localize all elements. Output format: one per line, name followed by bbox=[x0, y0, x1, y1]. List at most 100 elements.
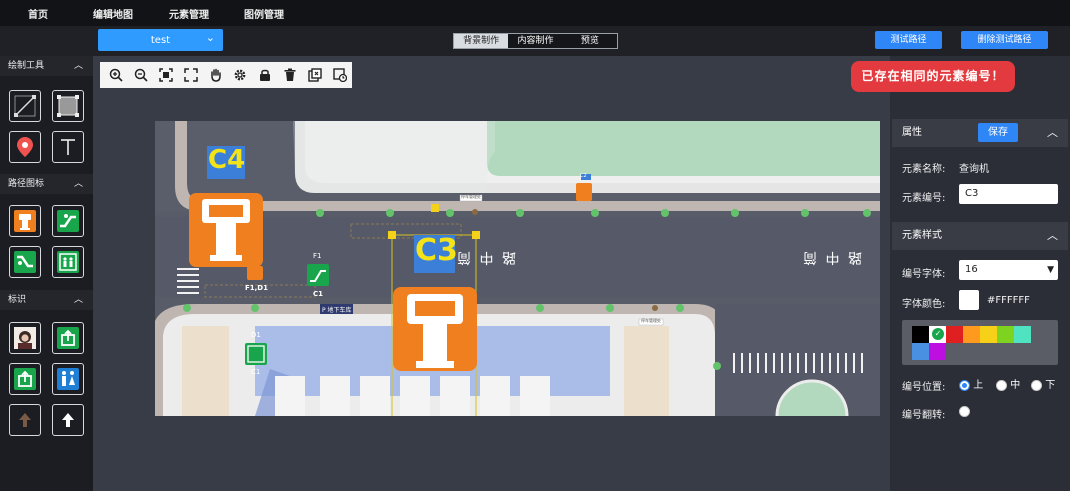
font-size-value: 16 bbox=[965, 264, 978, 275]
escalator-up-path-tool[interactable] bbox=[52, 205, 84, 237]
sub-toolbar: test ⌄ 背景制作 内容制作 预览 测试路径 删除测试路径 bbox=[0, 26, 1070, 56]
position-bottom-radio[interactable]: 下 bbox=[1031, 376, 1055, 391]
trash-icon[interactable] bbox=[278, 65, 303, 85]
segment-background[interactable]: 背景制作 bbox=[454, 34, 509, 48]
marks-header[interactable]: 标识 ︿ bbox=[0, 290, 93, 310]
map-select-value: test bbox=[150, 34, 171, 46]
position-middle-text: 中 bbox=[1010, 380, 1021, 391]
draw-tools-header[interactable]: 绘制工具 ︿ bbox=[0, 56, 93, 76]
arrow-up-dark-tool[interactable] bbox=[9, 404, 41, 436]
nav-edit-map[interactable]: 编辑地图 bbox=[93, 6, 133, 21]
map-label-c1-b: C1 bbox=[251, 368, 261, 376]
map-label-f1d1: F1,D1 bbox=[245, 284, 268, 292]
element-name-value: 查询机 bbox=[959, 164, 989, 175]
pan-hand-icon[interactable] bbox=[203, 65, 228, 85]
arrow-up-icon bbox=[19, 413, 31, 427]
map-label-d1: D1 bbox=[251, 331, 261, 339]
avatar-mark-tool[interactable] bbox=[9, 322, 41, 354]
error-toast: 已存在相同的元素编号！ bbox=[851, 61, 1015, 92]
text-icon bbox=[61, 139, 75, 155]
segment-content[interactable]: 内容制作 bbox=[508, 34, 562, 48]
font-color-label: 字体颜色: bbox=[902, 299, 946, 310]
nav-home[interactable]: 首页 bbox=[28, 6, 48, 21]
top-nav: 首页 编辑地图 元素管理 图例管理 bbox=[0, 0, 1070, 26]
exit-icon bbox=[57, 327, 79, 349]
position-top-radio[interactable]: 上 bbox=[959, 376, 983, 391]
mode-segment: 背景制作 内容制作 预览 bbox=[453, 33, 618, 49]
parking-label: P 地下车库 bbox=[322, 307, 352, 314]
font-size-label: 编号字体: bbox=[902, 269, 946, 280]
zoom-out-icon[interactable] bbox=[129, 65, 154, 85]
swatch-purple[interactable] bbox=[929, 343, 946, 360]
swatch-green[interactable] bbox=[997, 326, 1014, 343]
draw-rect-tool[interactable] bbox=[52, 90, 84, 122]
restroom-icon bbox=[57, 368, 79, 390]
map-label-c3: C3 bbox=[415, 233, 458, 268]
props-header[interactable]: 属性 保存 ︿ bbox=[892, 119, 1068, 147]
path-icons-header[interactable]: 路径图标 ︿ bbox=[0, 174, 93, 194]
position-middle-radio[interactable]: 中 bbox=[996, 376, 1020, 391]
position-top-text: 上 bbox=[973, 380, 984, 391]
props-title: 属性 bbox=[902, 127, 922, 138]
map-canvas[interactable]: C4 C3 F1 C1 F1,D1 D1 C1 C2 路 中 简 路 中 简 P… bbox=[155, 121, 880, 416]
left-panel: 绘制工具 ︿ 路径图标 ︿ 标识 ︿ bbox=[0, 56, 93, 491]
segment-preview[interactable]: 预览 bbox=[563, 34, 617, 48]
chevron-up-icon: ︿ bbox=[73, 61, 83, 71]
road-label-a: 路 中 简 bbox=[455, 249, 516, 265]
map-small-label-b: 停车管理处 bbox=[641, 318, 661, 323]
text-tool[interactable] bbox=[52, 131, 84, 163]
elevator-icon bbox=[57, 251, 79, 273]
test-path-button[interactable]: 测试路径 bbox=[875, 31, 942, 49]
arrow-up-tool[interactable] bbox=[52, 404, 84, 436]
stairs-path-tool[interactable] bbox=[9, 246, 41, 278]
map-label-c4: C4 bbox=[208, 145, 246, 175]
font-size-select[interactable]: 16 ▼ bbox=[959, 260, 1058, 280]
map-label-f1: F1 bbox=[313, 252, 322, 260]
swatch-black[interactable] bbox=[912, 326, 929, 343]
delete-layer-icon[interactable] bbox=[302, 65, 327, 85]
road-label-b: 路 中 简 bbox=[801, 249, 862, 265]
fullscreen-icon[interactable] bbox=[178, 65, 203, 85]
position-label: 编号位置: bbox=[902, 382, 946, 393]
draw-line-tool[interactable] bbox=[9, 90, 41, 122]
swatch-yellow[interactable] bbox=[980, 326, 997, 343]
save-button[interactable]: 保存 bbox=[978, 123, 1018, 142]
swatch-red[interactable] bbox=[946, 326, 963, 343]
style-title: 元素样式 bbox=[902, 230, 942, 241]
kiosk-path-tool[interactable] bbox=[9, 205, 41, 237]
elevator-path-tool[interactable] bbox=[52, 246, 84, 278]
swatch-orange[interactable] bbox=[963, 326, 980, 343]
lock-icon[interactable] bbox=[253, 65, 278, 85]
nav-legend-manage[interactable]: 图例管理 bbox=[244, 6, 284, 21]
zoom-in-icon[interactable] bbox=[104, 65, 129, 85]
style-header[interactable]: 元素样式 ︿ bbox=[892, 222, 1068, 250]
exit-icon bbox=[14, 368, 36, 390]
swatch-teal[interactable] bbox=[1014, 326, 1031, 343]
delete-test-path-button[interactable]: 删除测试路径 bbox=[961, 31, 1048, 49]
swatch-blue[interactable] bbox=[912, 343, 929, 360]
color-palette: ✓ bbox=[902, 320, 1058, 365]
exit-mark-tool[interactable] bbox=[52, 322, 84, 354]
restroom-mark-tool[interactable] bbox=[52, 363, 84, 395]
exit-mark-tool-2[interactable] bbox=[9, 363, 41, 395]
nav-element-manage[interactable]: 元素管理 bbox=[169, 6, 209, 21]
place-marker-tool[interactable] bbox=[9, 131, 41, 163]
clear-time-icon[interactable] bbox=[327, 65, 352, 85]
flip-toggle[interactable] bbox=[959, 404, 970, 417]
gear-icon[interactable] bbox=[228, 65, 253, 85]
arrow-up-icon bbox=[62, 413, 74, 427]
element-code-label: 元素编号: bbox=[902, 193, 946, 204]
chevron-down-icon: ⌄ bbox=[205, 31, 215, 44]
chevron-up-icon: ︿ bbox=[1047, 229, 1058, 242]
line-icon bbox=[14, 95, 36, 117]
map-toolbar bbox=[100, 62, 352, 88]
font-color-swatch[interactable] bbox=[959, 290, 979, 310]
flip-label: 编号翻转: bbox=[902, 410, 946, 421]
font-color-value: #FFFFFF bbox=[987, 295, 1030, 306]
stairs-icon bbox=[14, 251, 36, 273]
map-select[interactable]: test ⌄ bbox=[98, 29, 223, 51]
rectangle-icon bbox=[57, 95, 79, 117]
properties-panel: 属性 保存 ︿ 元素名称: 查询机 元素编号: C3 元素样式 ︿ 编号字体: … bbox=[892, 119, 1068, 429]
fit-screen-icon[interactable] bbox=[154, 65, 179, 85]
element-code-input[interactable]: C3 bbox=[959, 184, 1058, 204]
